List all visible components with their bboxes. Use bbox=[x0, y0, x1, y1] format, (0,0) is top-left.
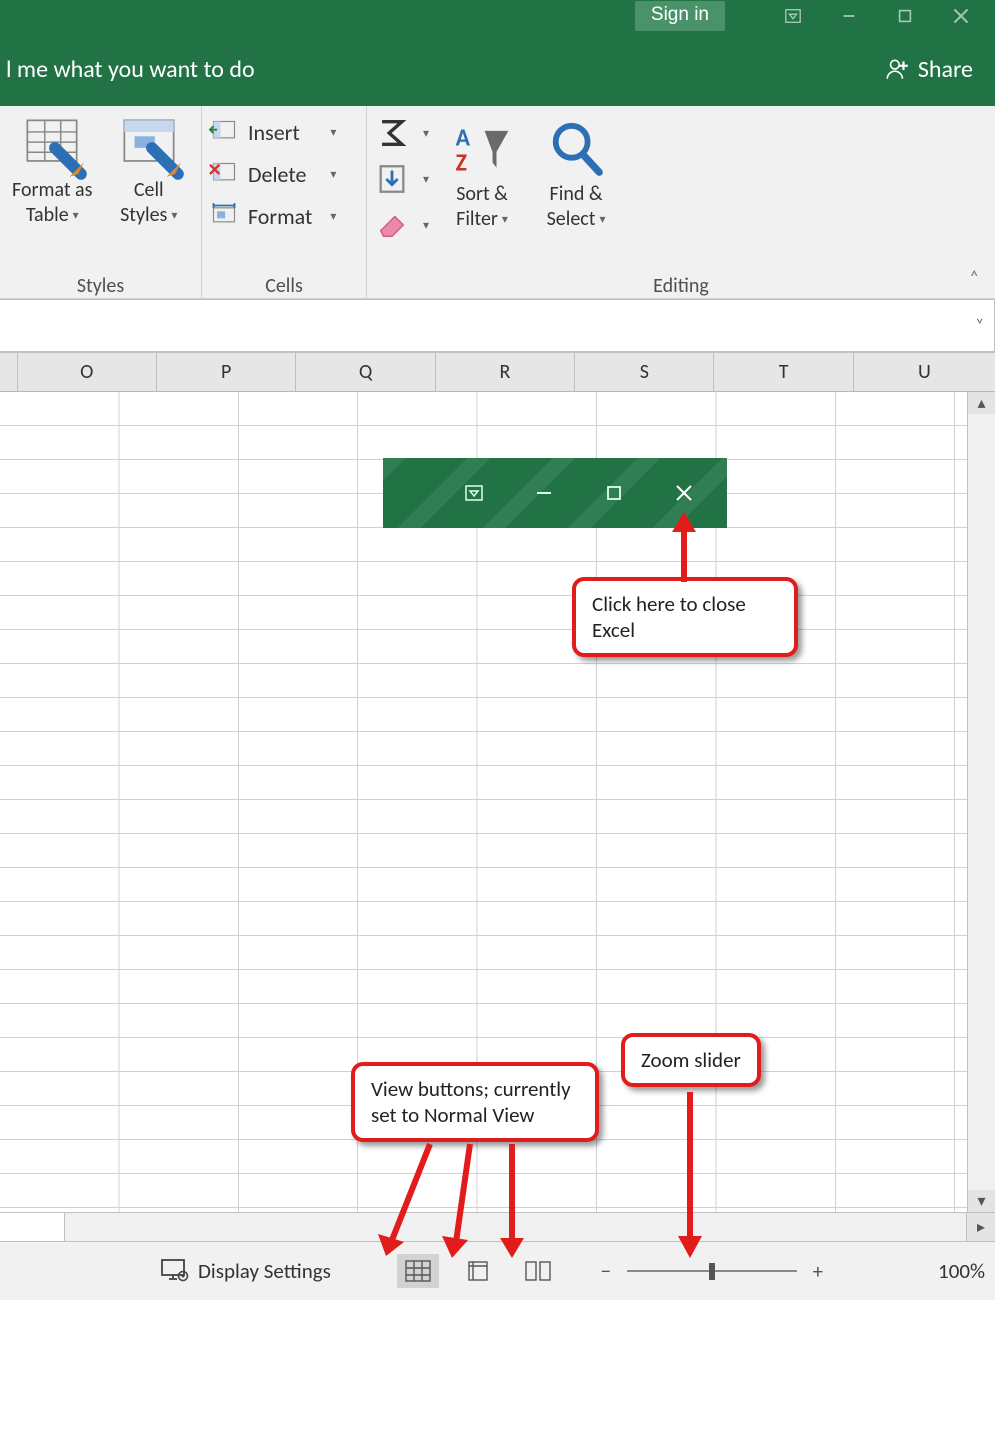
page-break-view-button[interactable] bbox=[517, 1254, 559, 1288]
zoom-in-button[interactable]: + bbox=[809, 1258, 827, 1284]
tellme-placeholder[interactable]: l me what you want to do bbox=[6, 55, 884, 84]
find-select-label: Find & Select▾ bbox=[547, 182, 606, 232]
ribbon-group-editing: ▾ ▾ ▾ A Z Sor bbox=[367, 106, 995, 298]
window-titlebar: Sign in bbox=[0, 0, 995, 32]
insert-cells-button[interactable]: Insert ▾ bbox=[210, 116, 336, 148]
find-select-button[interactable]: Find & Select▾ bbox=[535, 116, 617, 232]
sort-filter-icon: A Z bbox=[453, 120, 511, 178]
ribbon-group-styles: Format as Table▾ Cell Styles▾ Styles bbox=[0, 106, 202, 298]
share-person-icon bbox=[884, 56, 910, 82]
zoom-track[interactable] bbox=[627, 1270, 797, 1272]
column-header[interactable]: R bbox=[436, 353, 575, 391]
format-cells-label: Format bbox=[248, 203, 312, 230]
close-icon[interactable] bbox=[933, 0, 989, 32]
tellme-row: l me what you want to do Share bbox=[0, 32, 995, 106]
sort-filter-button[interactable]: A Z Sort & Filter▾ bbox=[443, 116, 521, 232]
callout-view-buttons: View buttons; currently set to Normal Vi… bbox=[351, 1062, 599, 1142]
chevron-down-icon: ▾ bbox=[322, 209, 336, 224]
share-label: Share bbox=[918, 55, 973, 84]
format-cells-icon bbox=[210, 202, 238, 230]
inset-close-icon bbox=[669, 478, 699, 508]
vertical-scrollbar[interactable]: ▴ ▾ bbox=[967, 392, 995, 1212]
column-header[interactable]: T bbox=[714, 353, 853, 391]
inset-maximize-icon bbox=[599, 478, 629, 508]
cell-styles-icon bbox=[120, 116, 178, 174]
page-layout-icon bbox=[464, 1259, 492, 1283]
inset-ribbon-options-icon bbox=[459, 478, 489, 508]
fill-down-icon bbox=[375, 162, 409, 196]
callout-zoom-slider: Zoom slider bbox=[621, 1033, 761, 1087]
inset-titlebar-graphic bbox=[383, 458, 727, 528]
sigma-icon bbox=[375, 116, 409, 150]
column-header[interactable]: U bbox=[854, 353, 995, 391]
column-header[interactable]: O bbox=[18, 353, 157, 391]
ribbon-display-options-icon[interactable] bbox=[765, 0, 821, 32]
chevron-down-icon: ▾ bbox=[322, 167, 336, 182]
zoom-thumb[interactable] bbox=[709, 1263, 715, 1280]
minimize-icon[interactable] bbox=[821, 0, 877, 32]
format-as-table-label: Format as Table▾ bbox=[12, 178, 92, 228]
normal-view-button[interactable] bbox=[397, 1254, 439, 1288]
sort-filter-label: Sort & Filter▾ bbox=[456, 182, 508, 232]
display-settings-label: Display Settings bbox=[198, 1258, 331, 1284]
chevron-down-icon: ▾ bbox=[415, 126, 429, 141]
chevron-down-icon: ▾ bbox=[415, 218, 429, 233]
scroll-down-icon[interactable]: ▾ bbox=[968, 1190, 995, 1212]
monitor-gear-icon bbox=[160, 1258, 190, 1284]
zoom-out-button[interactable]: − bbox=[597, 1258, 615, 1284]
cell-styles-button[interactable]: Cell Styles▾ bbox=[105, 112, 194, 228]
insert-cells-label: Insert bbox=[248, 119, 300, 146]
format-as-table-icon bbox=[23, 116, 81, 174]
cell-styles-label: Cell Styles▾ bbox=[120, 178, 177, 228]
callout-close-excel: Click here to close Excel bbox=[572, 577, 798, 657]
signin-button[interactable]: Sign in bbox=[635, 1, 725, 31]
formula-input[interactable]: ˅ bbox=[0, 299, 995, 352]
hscroll-track[interactable] bbox=[64, 1213, 967, 1241]
zoom-level-label[interactable]: 100% bbox=[938, 1258, 985, 1284]
ribbon-group-cells: Insert ▾ Delete ▾ Format ▾ Cells bbox=[202, 106, 367, 298]
format-cells-button[interactable]: Format ▾ bbox=[210, 200, 336, 232]
column-header-partial[interactable] bbox=[0, 353, 18, 391]
page-layout-view-button[interactable] bbox=[457, 1254, 499, 1288]
maximize-icon[interactable] bbox=[877, 0, 933, 32]
scroll-up-icon[interactable]: ▴ bbox=[968, 392, 995, 414]
delete-cells-label: Delete bbox=[248, 161, 306, 188]
zoom-slider[interactable]: − + bbox=[597, 1258, 827, 1284]
ribbon-group-label-styles: Styles bbox=[8, 268, 193, 298]
chevron-down-icon: ▾ bbox=[322, 125, 336, 140]
column-headers: O P Q R S T U bbox=[0, 353, 995, 392]
ribbon: Format as Table▾ Cell Styles▾ Styles Ins… bbox=[0, 106, 995, 299]
collapse-ribbon-button[interactable]: ˄ bbox=[969, 266, 979, 288]
column-header[interactable]: Q bbox=[296, 353, 435, 391]
ribbon-group-label-editing: Editing bbox=[375, 268, 987, 298]
horizontal-scrollbar[interactable]: ▸ bbox=[0, 1212, 995, 1242]
format-as-table-button[interactable]: Format as Table▾ bbox=[8, 112, 97, 228]
find-select-icon bbox=[547, 120, 605, 178]
column-header[interactable]: P bbox=[157, 353, 296, 391]
svg-text:Z: Z bbox=[456, 148, 467, 177]
normal-view-icon bbox=[404, 1259, 432, 1283]
inset-minimize-icon bbox=[529, 478, 559, 508]
ribbon-group-label-cells: Cells bbox=[210, 268, 358, 298]
delete-cells-icon bbox=[210, 160, 238, 188]
fill-button[interactable]: ▾ bbox=[375, 162, 429, 196]
delete-cells-button[interactable]: Delete ▾ bbox=[210, 158, 336, 190]
status-bar: Display Settings − + 100% bbox=[0, 1242, 995, 1300]
column-header[interactable]: S bbox=[575, 353, 714, 391]
insert-cells-icon bbox=[210, 118, 238, 146]
eraser-icon bbox=[375, 208, 409, 242]
autosum-button[interactable]: ▾ bbox=[375, 116, 429, 150]
page-break-icon bbox=[524, 1259, 552, 1283]
display-settings-button[interactable]: Display Settings bbox=[160, 1258, 331, 1284]
clear-button[interactable]: ▾ bbox=[375, 208, 429, 242]
scroll-right-icon[interactable]: ▸ bbox=[967, 1213, 995, 1241]
formula-bar: ˅ bbox=[0, 299, 995, 353]
expand-formula-bar-icon[interactable]: ˅ bbox=[975, 316, 984, 335]
chevron-down-icon: ▾ bbox=[415, 172, 429, 187]
share-button[interactable]: Share bbox=[884, 55, 995, 84]
